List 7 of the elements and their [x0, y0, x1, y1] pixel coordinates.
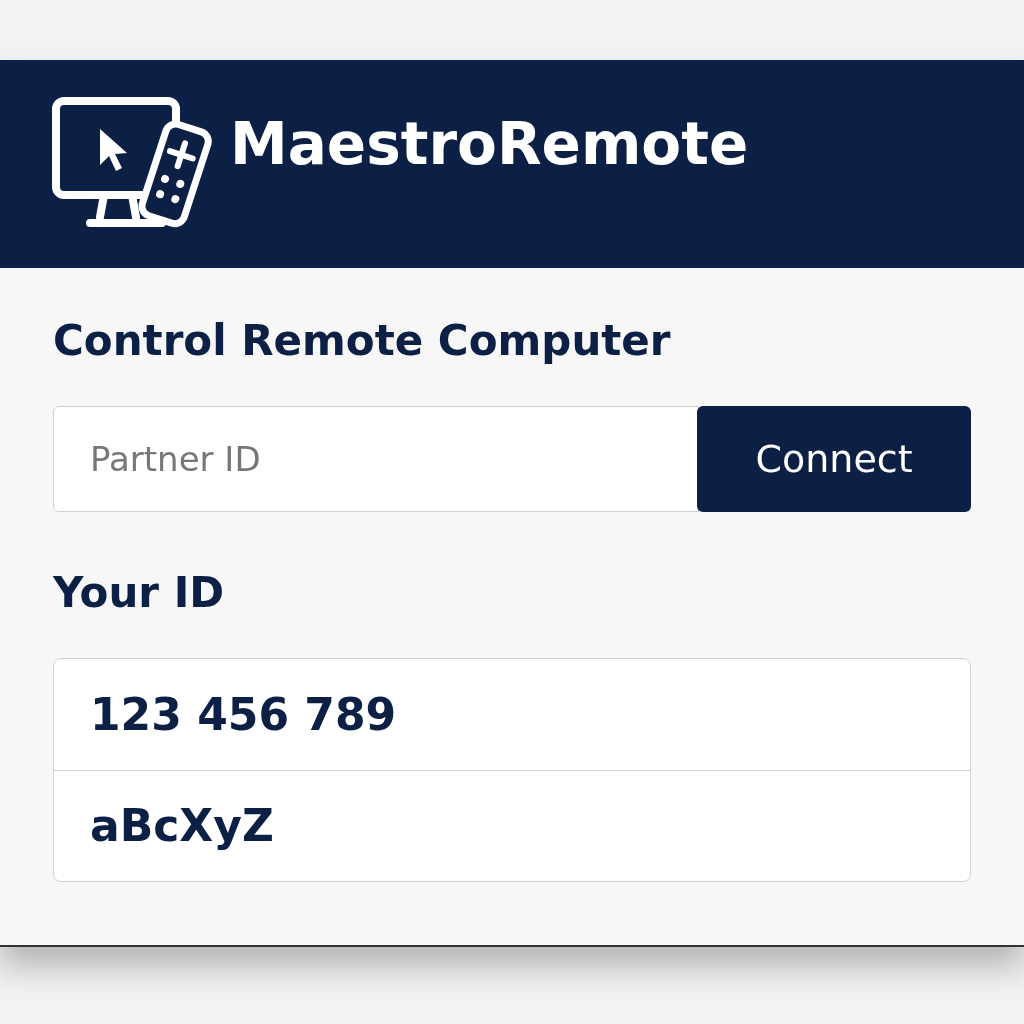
section-heading: Your ID [53, 572, 226, 614]
id-value: aBcXyZ [90, 799, 274, 853]
partner-id-field[interactable]: Partner ID [53, 406, 699, 512]
section-heading: Control Remote Computer [53, 320, 672, 362]
app-title: MaestroRemote [230, 115, 749, 173]
connect-button[interactable]: Connect [697, 406, 971, 512]
id-value: 123 456 789 [90, 687, 397, 742]
